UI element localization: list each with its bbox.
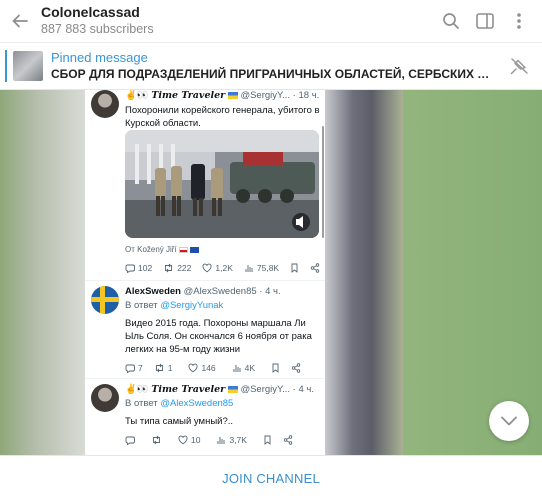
chat-area[interactable]: ✌️👀 Time Traveler @SergiyY... · 18 ч. По… (0, 90, 542, 455)
retweet-action[interactable] (151, 435, 162, 445)
back-button[interactable] (2, 0, 38, 42)
more-vertical-icon (517, 13, 521, 29)
pinned-label: Pinned message (51, 50, 148, 65)
sidebar-toggle-icon (476, 13, 494, 29)
bookmark-action[interactable] (271, 363, 280, 373)
more-menu-button[interactable] (502, 4, 536, 38)
subscriber-count: 887 883 subscribers (41, 22, 154, 36)
reply-to-handle[interactable]: @AlexSweden85 (160, 398, 233, 409)
handle-time: @SergiyY... · 18 ч. (240, 90, 320, 101)
unpin-button[interactable] (502, 49, 536, 83)
handle-time: @SergiyY... · 4 ч. (240, 384, 314, 395)
reply-action[interactable] (125, 435, 135, 445)
avatar (91, 384, 119, 412)
pinned-message-bar[interactable]: Pinned message СБОР ДЛЯ ПОДРАЗДЕЛЕНИЙ ПР… (0, 42, 542, 90)
heart-icon (178, 435, 188, 445)
retweet-icon (153, 435, 160, 445)
tweet-video (125, 130, 319, 238)
avatar (91, 286, 119, 314)
flag-icon (227, 91, 238, 99)
reply-to: В ответ @SergiyYunak (125, 300, 224, 311)
chat-header: Colonelcassad 887 883 subscribers (0, 0, 542, 42)
tweet-scrollbar (322, 126, 324, 238)
share-action[interactable] (291, 363, 301, 373)
author-name: AlexSweden (125, 286, 181, 297)
tweet-divider (85, 378, 325, 379)
tweet-actions: 102 222 1,2K 75,8K (125, 262, 325, 274)
tweet-actions: 10 3,7K (125, 434, 304, 446)
search-icon (443, 13, 459, 29)
author-emoji: ✌️👀 (125, 90, 149, 101)
back-arrow-icon (12, 14, 28, 28)
share-icon (291, 363, 301, 373)
tweet-text: Ты типа самый умный?.. (125, 416, 234, 427)
blurred-photo-edge-left (0, 90, 85, 455)
bookmark-action[interactable] (263, 435, 272, 445)
pinned-accent-line (5, 50, 7, 82)
author-name: Time Traveler (151, 384, 226, 395)
like-action[interactable]: 1,2K (202, 263, 233, 273)
heart-icon (202, 263, 212, 273)
heart-icon (189, 363, 198, 373)
tweet-actions: 7 1 146 4K (125, 362, 312, 374)
retweet-action[interactable]: 1 (154, 363, 172, 373)
author-name: Time Traveler (151, 90, 226, 101)
views-action[interactable]: 3,7K (216, 435, 247, 445)
views-action[interactable]: 75,8K (244, 263, 279, 273)
sidebar-toggle-button[interactable] (468, 4, 502, 38)
share-action[interactable] (283, 435, 293, 445)
retweet-icon (165, 263, 173, 273)
channel-info[interactable]: Colonelcassad 887 883 subscribers (41, 4, 434, 38)
message-photo[interactable]: ✌️👀 Time Traveler @SergiyY... · 18 ч. По… (85, 90, 325, 455)
tweet-header: ✌️👀 Time Traveler @SergiyY... · 18 ч. (125, 90, 319, 102)
bookmark-icon (264, 435, 271, 445)
share-action[interactable] (310, 263, 320, 273)
search-button[interactable] (434, 4, 468, 38)
flag-icon (227, 385, 238, 393)
chevron-down-icon (501, 416, 517, 426)
share-icon (283, 435, 293, 445)
reply-icon (125, 264, 135, 273)
reply-icon (125, 436, 135, 445)
tweet-text: Похоронили корейского генерала, убитого … (125, 105, 320, 129)
reply-action[interactable]: 102 (125, 263, 152, 273)
views-action[interactable]: 4K (232, 363, 255, 373)
retweet-action[interactable]: 222 (163, 263, 191, 273)
tweet-text: Видео 2015 года. Похороны маршала Ли Ыль… (125, 318, 312, 355)
handle-time: @AlexSweden85 · 4 ч. (183, 286, 281, 297)
views-icon (233, 365, 241, 372)
reply-to: В ответ @AlexSweden85 (125, 398, 234, 409)
tweet-header: AlexSweden @AlexSweden85 · 4 ч. (125, 286, 281, 298)
channel-title: Colonelcassad (41, 4, 140, 20)
bookmark-action[interactable] (290, 263, 299, 273)
blurred-photo-edge-right (325, 90, 403, 455)
tweet-divider (85, 280, 325, 281)
reply-to-handle[interactable]: @SergiyYunak (160, 300, 223, 311)
join-channel-button[interactable]: JOIN CHANNEL (222, 471, 320, 486)
pinned-thumbnail (13, 51, 43, 81)
views-icon (245, 265, 253, 272)
bookmark-icon (272, 363, 279, 373)
bookmark-icon (291, 263, 298, 273)
tweet-via: От Kožený Jiří (125, 245, 200, 255)
flag-icon (178, 246, 188, 253)
pin-off-icon (510, 58, 528, 75)
avatar (91, 90, 119, 118)
reply-action[interactable]: 7 (125, 363, 143, 373)
footer-bar: JOIN CHANNEL (0, 455, 542, 500)
author-emoji: ✌️👀 (125, 384, 149, 395)
pinned-text: СБОР ДЛЯ ПОДРАЗДЕЛЕНИЙ ПРИГРАНИЧНЫХ ОБЛА… (51, 67, 491, 81)
reply-icon (125, 364, 135, 373)
like-action[interactable]: 146 (188, 363, 216, 373)
flag-icon (190, 246, 200, 253)
views-icon (218, 437, 225, 444)
tweet-header: ✌️👀 Time Traveler @SergiyY... · 4 ч. (125, 384, 314, 396)
retweet-icon (155, 363, 163, 373)
scroll-to-bottom-button[interactable] (489, 401, 529, 441)
like-action[interactable]: 10 (178, 435, 200, 445)
share-icon (310, 263, 320, 273)
